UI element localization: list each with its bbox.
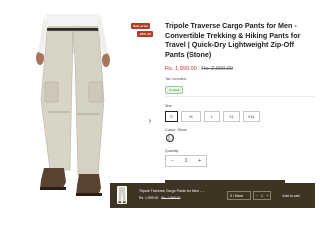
sticky-variant-select[interactable]: S / Stone <box>227 191 251 200</box>
sticky-qty-increase[interactable]: + <box>266 194 268 198</box>
size-label: Size <box>165 104 172 108</box>
product-image-area <box>0 0 160 210</box>
divider <box>165 96 315 97</box>
tax-note: Tax included. <box>165 77 188 81</box>
sticky-price: Rs. 1,999.00 Rs. 2,999.00 <box>139 196 180 200</box>
size-option-s[interactable]: S <box>165 111 178 122</box>
quantity-decrease-button[interactable]: − <box>171 158 174 164</box>
sticky-product-title: Tripole Traverse Cargo Pants for Men - .… <box>139 189 206 193</box>
sticky-sale-price: Rs. 1,999.00 <box>139 196 159 200</box>
sticky-qty-decrease[interactable]: − <box>256 194 258 198</box>
sale-badge: Sale price <box>131 23 151 29</box>
color-swatch-stone[interactable] <box>166 134 174 142</box>
quantity-stepper: − 1 + <box>165 155 207 167</box>
product-title: Tripole Traverse Cargo Pants for Men - C… <box>165 21 301 59</box>
quantity-increase-button[interactable]: + <box>198 158 201 164</box>
pants-thumbnail-icon <box>118 187 126 204</box>
sticky-add-to-cart-button[interactable]: Add to cart <box>273 189 309 202</box>
discount-badge: -20% off <box>137 31 153 37</box>
size-option-xl[interactable]: XL <box>223 111 240 122</box>
quantity-value[interactable]: 1 <box>185 158 188 164</box>
quantity-label: Quantity <box>165 149 179 153</box>
product-image <box>36 14 110 196</box>
sticky-quantity-stepper: − 1 + <box>253 191 271 200</box>
size-option-l[interactable]: L <box>204 111 220 122</box>
size-option-m[interactable]: M <box>181 111 201 122</box>
price-row: Rs. 1,999.00 Rs. 2,999.00 <box>165 66 233 72</box>
sticky-regular-price: Rs. 2,999.00 <box>161 196 181 200</box>
next-image-arrow[interactable]: › <box>147 116 153 125</box>
sticky-variant-value: S / Stone <box>230 193 244 198</box>
color-label: Colour: Stone <box>165 128 187 132</box>
sale-price: Rs. 1,999.00 <box>165 66 197 72</box>
sticky-product-thumbnail <box>117 186 127 204</box>
size-option-xxl[interactable]: XXL <box>243 111 260 122</box>
stock-badge: In stock <box>165 86 184 94</box>
sticky-qty-value[interactable]: 1 <box>261 194 263 198</box>
regular-price: Rs. 2,999.00 <box>201 66 234 72</box>
